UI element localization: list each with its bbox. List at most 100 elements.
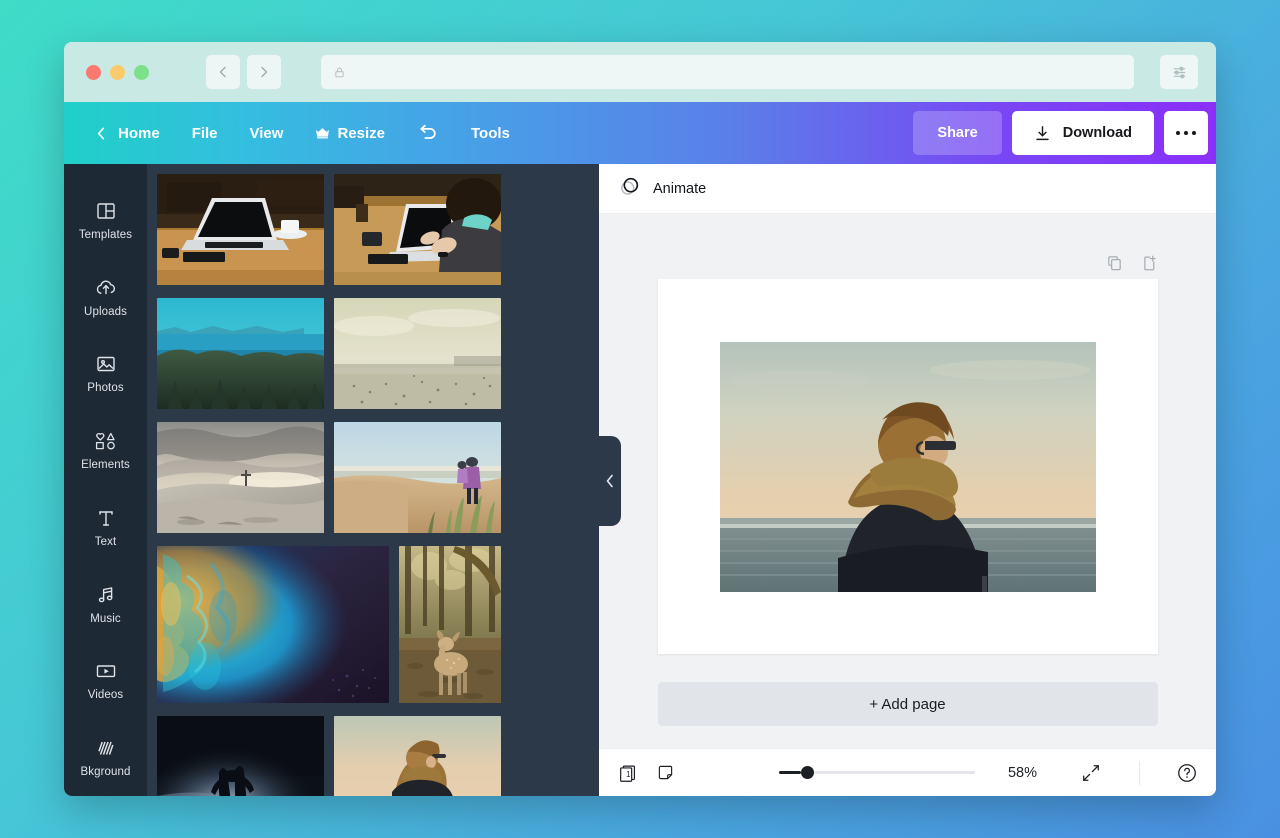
animate-circles-icon xyxy=(618,175,641,203)
music-note-icon xyxy=(95,584,117,606)
status-divider xyxy=(1139,761,1140,785)
forward-button[interactable] xyxy=(247,55,281,89)
sidebar-item-elements[interactable]: Elements xyxy=(64,412,147,489)
view-label: View xyxy=(250,125,284,142)
chevron-left-icon xyxy=(215,64,231,80)
chevron-left-icon xyxy=(605,474,615,488)
page-tools xyxy=(658,254,1158,271)
zoom-slider-track[interactable] xyxy=(814,771,975,774)
animate-label: Animate xyxy=(653,181,706,197)
address-bar[interactable] xyxy=(321,55,1134,89)
maximize-window-button[interactable] xyxy=(134,65,149,80)
animate-bar: Animate xyxy=(599,164,1216,214)
canvas-photo-woman-in-scarf-looking-at-sea[interactable] xyxy=(720,342,1096,592)
share-label: Share xyxy=(937,125,977,141)
zoom-slider-filled-track xyxy=(779,771,801,774)
traffic-lights xyxy=(78,65,149,80)
download-icon xyxy=(1034,125,1051,142)
sidebar-item-bkground[interactable]: Bkground xyxy=(64,719,147,796)
thumbnail-fawn-in-autumn-forest[interactable] xyxy=(399,546,501,708)
thumbnail-man-typing-on-laptop[interactable] xyxy=(334,174,501,290)
browser-window: Home File View Resize Tools xyxy=(64,42,1216,796)
browser-nav-buttons xyxy=(206,55,281,89)
sidebar-item-label: Music xyxy=(90,613,121,625)
file-label: File xyxy=(192,125,218,142)
crown-icon xyxy=(315,127,330,140)
sticky-note-icon xyxy=(655,762,676,783)
thumbnail-forest-and-blue-lake[interactable] xyxy=(157,298,324,414)
sidebar-item-label: Photos xyxy=(87,382,123,394)
url-input[interactable] xyxy=(354,65,1122,79)
sidebar-item-label: Videos xyxy=(88,689,124,701)
collapse-panel-handle[interactable] xyxy=(599,436,621,526)
editor-area: Animate xyxy=(599,164,1216,796)
download-button[interactable]: Download xyxy=(1012,111,1154,155)
text-icon xyxy=(96,507,116,529)
sidebar-item-text[interactable]: Text xyxy=(64,489,147,566)
resize-label: Resize xyxy=(337,125,385,142)
share-button[interactable]: Share xyxy=(913,111,1001,155)
photo-panel xyxy=(147,164,599,796)
thumbnail-sand-dune-at-sunset[interactable] xyxy=(157,422,324,538)
sidebar-item-label: Templates xyxy=(79,229,132,241)
add-page-button[interactable]: + Add page xyxy=(658,682,1158,726)
zoom-level-label: 58% xyxy=(991,765,1037,781)
zoom-slider-knob[interactable] xyxy=(801,766,814,779)
shapes-icon xyxy=(93,430,119,452)
sidebar-item-templates[interactable]: Templates xyxy=(64,182,147,259)
design-page[interactable] xyxy=(658,279,1158,654)
thumbnail-hazy-beach-crowd[interactable] xyxy=(334,298,501,414)
lock-icon xyxy=(333,66,346,79)
view-menu[interactable]: View xyxy=(234,113,300,153)
fullscreen-button[interactable] xyxy=(1081,763,1101,783)
page-stack-icon: 1 xyxy=(617,762,639,784)
thumbnail-aerial-turquoise-coastline[interactable] xyxy=(157,546,389,708)
sliders-icon xyxy=(1171,64,1188,81)
sidebar-item-label: Uploads xyxy=(84,306,127,318)
duplicate-page-button[interactable] xyxy=(1106,254,1123,271)
left-sidebar: Templates Uploads Photos xyxy=(64,164,147,796)
canvas-wrapper: + Add page xyxy=(599,214,1216,748)
back-button[interactable] xyxy=(206,55,240,89)
close-window-button[interactable] xyxy=(86,65,101,80)
browser-chrome xyxy=(64,42,1216,102)
templates-icon xyxy=(95,200,117,222)
thumbnail-couple-walking-on-beach-path[interactable] xyxy=(334,422,501,538)
help-button[interactable] xyxy=(1176,762,1198,784)
dot xyxy=(1192,131,1196,135)
toolbar-actions: Share Download xyxy=(913,111,1216,155)
hatch-pattern-icon xyxy=(95,737,117,759)
home-label: Home xyxy=(118,125,160,142)
thumbnail-night-beach-silhouette[interactable] xyxy=(157,716,324,796)
home-button[interactable]: Home xyxy=(86,113,176,153)
tools-menu[interactable]: Tools xyxy=(455,113,526,153)
sidebar-item-uploads[interactable]: Uploads xyxy=(64,259,147,336)
minimize-window-button[interactable] xyxy=(110,65,125,80)
resize-button[interactable]: Resize xyxy=(299,113,401,153)
duplicate-page-icon xyxy=(1106,254,1123,271)
sidebar-item-videos[interactable]: Videos xyxy=(64,643,147,720)
file-menu[interactable]: File xyxy=(176,113,234,153)
download-label: Download xyxy=(1063,125,1132,141)
more-options-button[interactable] xyxy=(1164,111,1208,155)
status-bar: 1 58% xyxy=(599,748,1216,796)
sidebar-item-photos[interactable]: Photos xyxy=(64,336,147,413)
dot xyxy=(1176,131,1180,135)
thumbnail-woman-in-scarf-at-sunset[interactable] xyxy=(334,716,501,796)
upload-cloud-icon xyxy=(94,277,118,299)
sidebar-item-music[interactable]: Music xyxy=(64,566,147,643)
app-body: Templates Uploads Photos xyxy=(64,164,1216,796)
sidebar-item-label: Bkground xyxy=(80,766,130,778)
browser-settings-button[interactable] xyxy=(1160,55,1198,89)
question-mark-icon xyxy=(1176,762,1198,784)
add-page-label: + Add page xyxy=(869,696,945,713)
page-count-button[interactable]: 1 xyxy=(617,762,639,784)
add-page-button-top[interactable] xyxy=(1141,254,1158,271)
chevron-right-icon xyxy=(256,64,272,80)
tools-label: Tools xyxy=(471,125,510,142)
dot xyxy=(1184,131,1188,135)
zoom-slider[interactable] xyxy=(779,766,975,779)
undo-button[interactable] xyxy=(401,113,455,153)
thumbnail-laptop-on-wooden-desk[interactable] xyxy=(157,174,324,290)
notes-button[interactable] xyxy=(655,762,676,783)
